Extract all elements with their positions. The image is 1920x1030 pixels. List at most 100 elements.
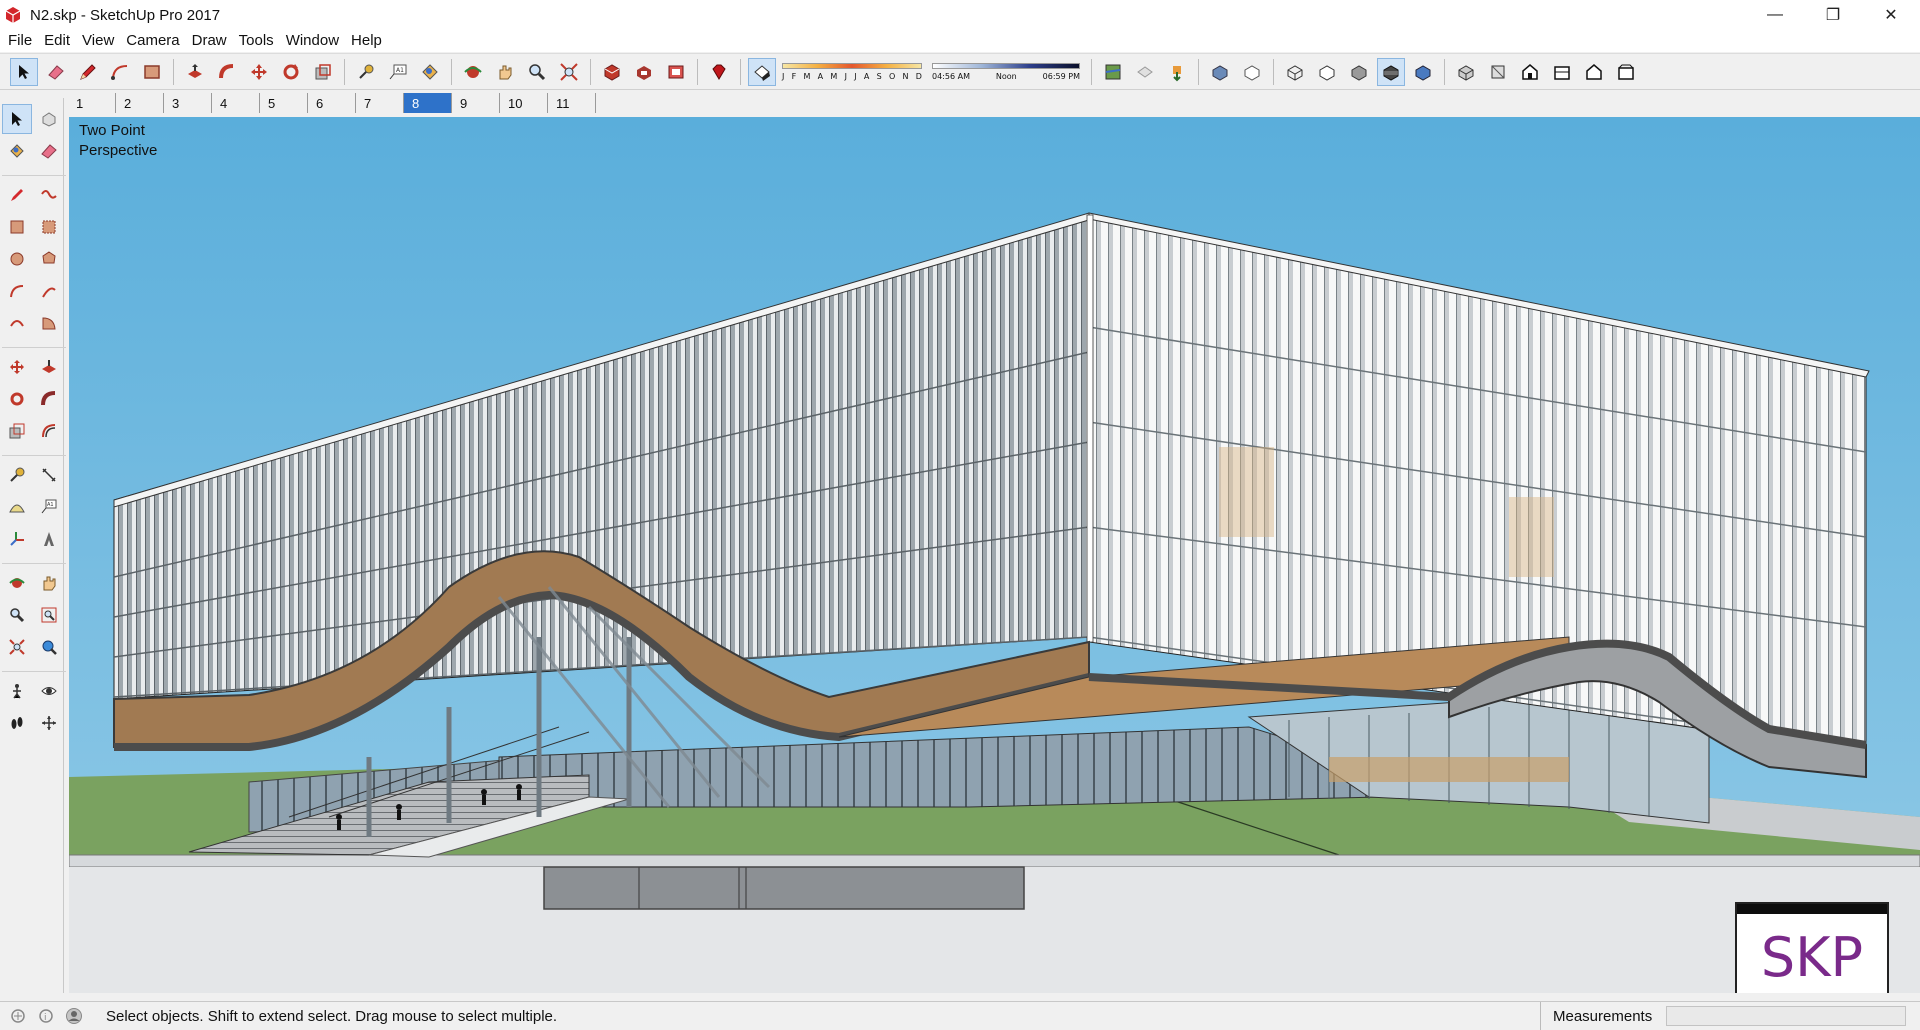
- ruby-icon[interactable]: [705, 58, 733, 86]
- scene-tab[interactable]: 5: [260, 93, 308, 113]
- offset-tool-icon[interactable]: [34, 416, 64, 446]
- orbit-icon[interactable]: [459, 58, 487, 86]
- scene-tab[interactable]: 10: [500, 93, 548, 113]
- close-button[interactable]: ✕: [1862, 0, 1920, 30]
- scene-tab[interactable]: 11: [548, 93, 596, 113]
- two-point-arc-tool-icon[interactable]: [34, 276, 64, 306]
- scene-tab[interactable]: 2: [116, 93, 164, 113]
- scene-tab[interactable]: 1: [68, 93, 116, 113]
- tape-measure-tool-icon[interactable]: [2, 460, 32, 490]
- walk-tool-icon[interactable]: [2, 708, 32, 738]
- pan-icon[interactable]: [491, 58, 519, 86]
- scene-tab[interactable]: 7: [356, 93, 404, 113]
- push-pull-icon[interactable]: [181, 58, 209, 86]
- month-gradient-bar[interactable]: [782, 62, 922, 69]
- select-tool-icon[interactable]: [2, 104, 32, 134]
- hidden-line-icon[interactable]: [1313, 58, 1341, 86]
- make-component-icon[interactable]: [34, 104, 64, 134]
- rectangle-tool-icon[interactable]: [2, 212, 32, 242]
- rectangle-icon[interactable]: [138, 58, 166, 86]
- polygon-tool-icon[interactable]: [34, 244, 64, 274]
- follow-me-tool-icon[interactable]: [34, 384, 64, 414]
- eraser-tool-icon[interactable]: [34, 136, 64, 166]
- shadows-toggle-icon[interactable]: [748, 57, 776, 86]
- user-account-icon[interactable]: [64, 1006, 84, 1026]
- move-icon[interactable]: [245, 58, 273, 86]
- top-view-icon[interactable]: [1484, 58, 1512, 86]
- position-camera-tool-icon[interactable]: [2, 676, 32, 706]
- tape-measure-icon[interactable]: [352, 58, 380, 86]
- text-icon[interactable]: A1: [384, 58, 412, 86]
- front-view-icon[interactable]: [1516, 58, 1544, 86]
- section-icon[interactable]: [1163, 58, 1191, 86]
- paint-bucket-tool-icon[interactable]: [2, 136, 32, 166]
- select-icon[interactable]: [10, 57, 38, 86]
- scene-tab-active[interactable]: 8: [404, 93, 452, 113]
- menu-view[interactable]: View: [76, 30, 120, 52]
- shaded-icon[interactable]: [1345, 58, 1373, 86]
- three-point-arc-tool-icon[interactable]: [2, 308, 32, 338]
- 3d-warehouse-icon[interactable]: [598, 58, 626, 86]
- monochrome-icon[interactable]: [1409, 58, 1437, 86]
- menu-edit[interactable]: Edit: [38, 30, 76, 52]
- scene-tab[interactable]: 6: [308, 93, 356, 113]
- pan-tool-icon[interactable]: [34, 568, 64, 598]
- layout-icon[interactable]: [662, 58, 690, 86]
- line-tool-icon[interactable]: [2, 180, 32, 210]
- rotate-tool-icon[interactable]: [2, 384, 32, 414]
- time-gradient-bar[interactable]: [932, 62, 1080, 69]
- model-scene[interactable]: [69, 117, 1920, 993]
- previous-view-tool-icon[interactable]: [34, 632, 64, 662]
- scene-tab[interactable]: 3: [164, 93, 212, 113]
- axes-tool-icon[interactable]: [2, 524, 32, 554]
- arc-icon[interactable]: [106, 58, 134, 86]
- zoom-window-tool-icon[interactable]: [34, 600, 64, 630]
- menu-draw[interactable]: Draw: [186, 30, 233, 52]
- credits-icon[interactable]: i: [36, 1006, 56, 1026]
- right-view-icon[interactable]: [1548, 58, 1576, 86]
- paint-bucket-icon[interactable]: [416, 58, 444, 86]
- eraser-icon[interactable]: [42, 58, 70, 86]
- scene-tab[interactable]: 9: [452, 93, 500, 113]
- shadow-date-slider[interactable]: J F M A M J J A S O N D: [782, 62, 922, 81]
- orbit-tool-icon[interactable]: [2, 568, 32, 598]
- 3d-text-tool-icon[interactable]: [34, 524, 64, 554]
- menu-window[interactable]: Window: [280, 30, 345, 52]
- maximize-button[interactable]: ❐: [1804, 0, 1862, 30]
- zoom-extents-tool-icon[interactable]: [2, 632, 32, 662]
- minimize-button[interactable]: —: [1746, 0, 1804, 30]
- menu-file[interactable]: File: [2, 30, 38, 52]
- scale-icon[interactable]: [309, 58, 337, 86]
- push-pull-tool-icon[interactable]: [34, 352, 64, 382]
- back-view-icon[interactable]: [1580, 58, 1608, 86]
- scene-tab[interactable]: 4: [212, 93, 260, 113]
- iso-view-icon[interactable]: [1452, 58, 1480, 86]
- rotate-icon[interactable]: [277, 58, 305, 86]
- dimension-tool-icon[interactable]: [34, 460, 64, 490]
- section-plane-tool-icon[interactable]: [34, 708, 64, 738]
- zoom-extents-icon[interactable]: [555, 58, 583, 86]
- follow-me-icon[interactable]: [213, 58, 241, 86]
- geo-location-icon[interactable]: [8, 1006, 28, 1026]
- shaded-textures-icon[interactable]: [1377, 57, 1405, 86]
- drawing-viewport[interactable]: Two Point Perspective SKP: [69, 117, 1920, 993]
- text-tool-icon[interactable]: A1: [34, 492, 64, 522]
- rotated-rectangle-tool-icon[interactable]: [34, 212, 64, 242]
- protractor-tool-icon[interactable]: [2, 492, 32, 522]
- wireframe-icon[interactable]: [1281, 58, 1309, 86]
- menu-help[interactable]: Help: [345, 30, 388, 52]
- arc-tool-icon[interactable]: [2, 276, 32, 306]
- back-edges-icon[interactable]: [1238, 58, 1266, 86]
- circle-tool-icon[interactable]: [2, 244, 32, 274]
- scale-tool-icon[interactable]: [2, 416, 32, 446]
- location-icon[interactable]: [1099, 58, 1127, 86]
- measurements-input[interactable]: [1666, 1006, 1906, 1026]
- menu-camera[interactable]: Camera: [120, 30, 185, 52]
- pencil-icon[interactable]: [74, 58, 102, 86]
- menu-tools[interactable]: Tools: [233, 30, 280, 52]
- shadow-time-slider[interactable]: 04:56 AM Noon 06:59 PM: [932, 62, 1080, 81]
- xray-icon[interactable]: [1206, 58, 1234, 86]
- extension-warehouse-icon[interactable]: [630, 58, 658, 86]
- left-view-icon[interactable]: [1612, 58, 1640, 86]
- zoom-tool-icon[interactable]: [2, 600, 32, 630]
